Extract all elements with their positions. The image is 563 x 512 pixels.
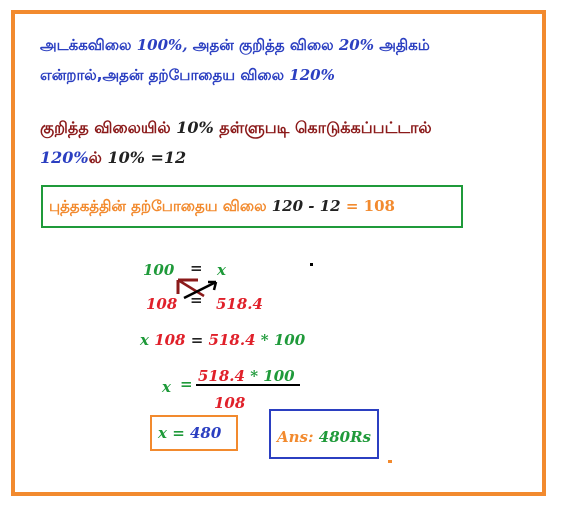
line-3-suffix: தள்ளுபடி கொடுக்கப்பட்டால் — [219, 118, 432, 137]
eq-rest: * 100 — [260, 331, 306, 349]
frac-denominator: 108 — [214, 394, 246, 412]
line-1-mid: அதன் குறித்த விலை — [192, 36, 334, 54]
dot — [310, 263, 313, 266]
prop-518: 518.4 — [216, 295, 263, 313]
eq-108: 108 — [154, 331, 186, 349]
equation-line: x 108 = 518.4 * 100 — [140, 331, 305, 349]
eq-sign: = — [190, 331, 204, 349]
current-price-text: புத்தகத்தின் தற்போதைய விலை 120 - 12 = 10… — [49, 197, 395, 217]
result-val: 480 — [190, 424, 222, 442]
line-1-value-1: 100%, — [136, 36, 188, 54]
current-price-expr: 120 - 12 — [271, 197, 341, 215]
line-4: 120%ல் 10% =12 — [40, 148, 186, 169]
line-3-value: 10% — [176, 118, 214, 137]
answer-val: 480Rs — [318, 428, 371, 446]
prop-eq-2: = — [190, 291, 203, 309]
eq-x: x — [140, 331, 149, 349]
line-2-prefix: என்றால்,அதன் தற்போதைய விலை — [40, 66, 285, 84]
line-4-b: ல் — [88, 148, 102, 167]
answer-text: Ans: 480Rs — [277, 428, 371, 446]
frac-numerator: 518.4 * 100 — [198, 367, 295, 385]
line-2: என்றால்,அதன் தற்போதைய விலை 120% — [40, 66, 335, 86]
line-4-c: 10% =12 — [107, 148, 187, 167]
result-x: x — [158, 424, 167, 442]
frac-x: x — [162, 378, 171, 396]
line-1-suffix: அதிகம் — [379, 36, 430, 54]
current-price-result: = 108 — [345, 197, 395, 215]
line-3: குறித்த விலையில் 10% தள்ளுபடி கொடுக்கப்ப… — [40, 118, 432, 139]
eq-518: 518.4 — [208, 331, 256, 349]
line-1-prefix: அடக்கவிலை — [40, 36, 132, 54]
prop-108: 108 — [146, 295, 178, 313]
answer-label: Ans: — [277, 428, 314, 446]
result-eq: = — [172, 424, 185, 442]
line-2-value: 120% — [289, 66, 335, 84]
frac-eq: = — [180, 375, 193, 393]
line-4-a: 120% — [40, 148, 89, 167]
line-1: அடக்கவிலை 100%, அதன் குறித்த விலை 20% அத… — [40, 36, 430, 56]
line-1-value-2: 20% — [338, 36, 374, 54]
orange-dot — [388, 460, 392, 463]
fraction-bar — [196, 384, 300, 386]
line-3-prefix: குறித்த விலையில் — [40, 118, 171, 137]
frac-num-b: * 100 — [250, 367, 295, 385]
frac-num-a: 518.4 — [198, 367, 245, 385]
current-price-prefix: புத்தகத்தின் தற்போதைய விலை — [49, 197, 267, 215]
result-text: x = 480 — [158, 424, 221, 442]
